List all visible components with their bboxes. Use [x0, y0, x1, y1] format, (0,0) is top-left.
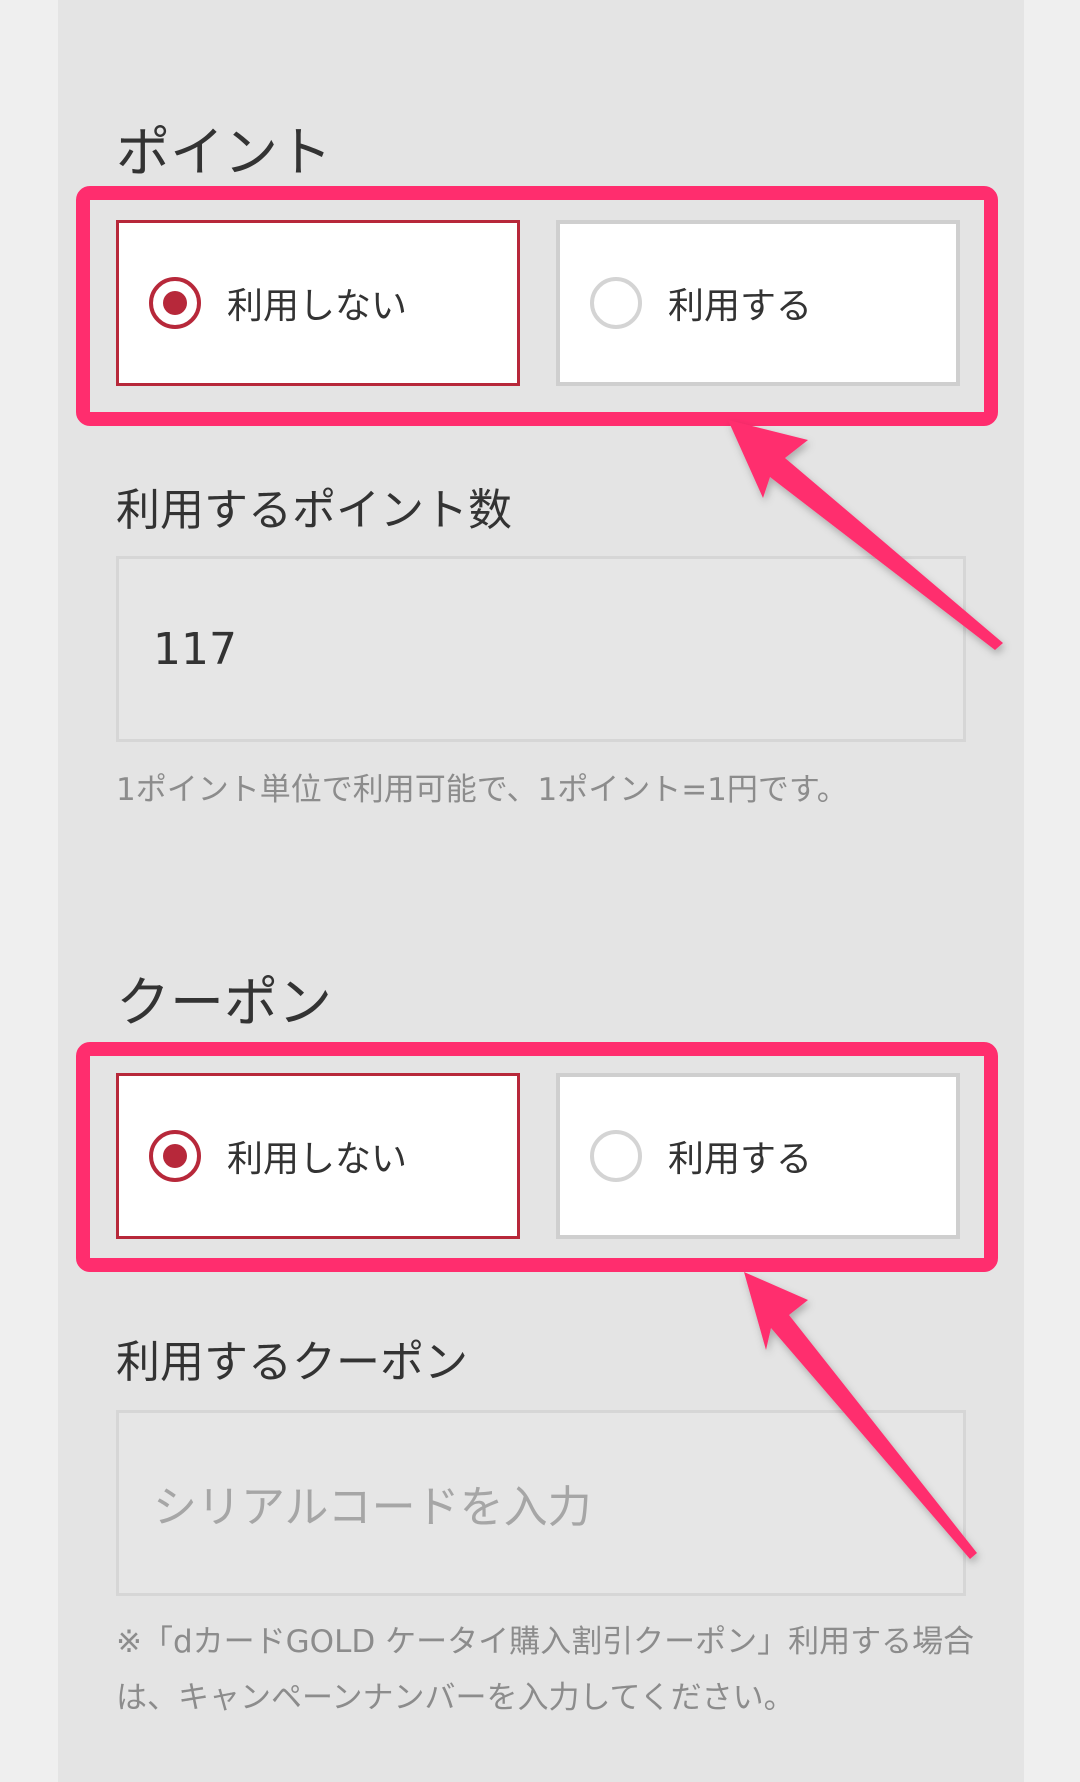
- radio-unselected-icon: [590, 1130, 642, 1182]
- points-help-text: 1ポイント単位で利用可能で、1ポイント=1円です。: [116, 772, 848, 808]
- radio-selected-icon: [149, 277, 201, 329]
- coupon-radio-group: 利用しない 利用する: [116, 1073, 966, 1243]
- coupon-option-use[interactable]: 利用する: [556, 1073, 960, 1239]
- points-option-use[interactable]: 利用する: [556, 220, 960, 386]
- points-radio-group: 利用しない 利用する: [116, 220, 966, 390]
- coupon-option-use-label: 利用する: [668, 1139, 813, 1180]
- points-amount-value: 117: [153, 623, 237, 675]
- coupon-code-label: 利用するクーポン: [116, 1337, 468, 1388]
- coupon-code-placeholder: シリアルコードを入力: [153, 1482, 592, 1533]
- coupon-heading: クーポン: [116, 971, 332, 1034]
- points-option-use-label: 利用する: [668, 286, 813, 327]
- points-option-not-use-label: 利用しない: [227, 286, 408, 327]
- points-amount-label: 利用するポイント数: [116, 485, 512, 536]
- points-amount-input[interactable]: 117: [116, 556, 966, 742]
- coupon-option-not-use-label: 利用しない: [227, 1139, 408, 1180]
- coupon-code-input[interactable]: シリアルコードを入力: [116, 1410, 966, 1596]
- radio-selected-icon: [149, 1130, 201, 1182]
- coupon-help-text: ※「dカードGOLD ケータイ購入割引クーポン」利用する場合は、キャンペーンナン…: [116, 1624, 975, 1716]
- radio-unselected-icon: [590, 277, 642, 329]
- points-option-not-use[interactable]: 利用しない: [116, 220, 520, 386]
- coupon-option-not-use[interactable]: 利用しない: [116, 1073, 520, 1239]
- points-heading: ポイント: [116, 121, 332, 184]
